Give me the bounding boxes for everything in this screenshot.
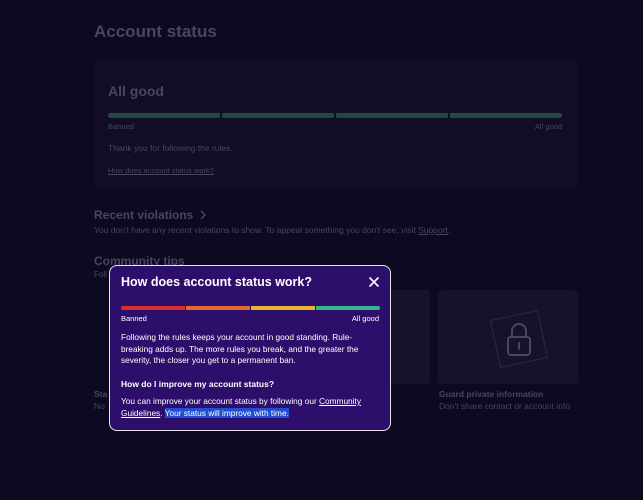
dialog-improve-text: You can improve your account status by f… <box>121 396 383 419</box>
page-title: Account status <box>94 22 217 41</box>
improve-text: You can improve your account status by f… <box>121 396 320 406</box>
status-bar-segment <box>450 113 562 118</box>
status-info-dialog: How does account status work? Banned All… <box>109 265 391 431</box>
status-level-bar <box>108 113 562 118</box>
recent-violations-label: Recent violations <box>94 208 194 222</box>
tip-desc-guard: Don't share contact or account info <box>439 401 571 411</box>
tip-card-guard-private-info <box>438 290 578 384</box>
dialog-paragraph: Following the rules keeps your account i… <box>121 332 359 365</box>
how-status-works-link[interactable]: How does account status work? <box>108 166 214 175</box>
status-heading: All good <box>108 83 164 99</box>
violations-message: You don't have any recent violations to … <box>94 225 419 235</box>
status-bar-segment <box>336 113 448 118</box>
recent-violations-heading[interactable]: Recent violations <box>94 208 207 222</box>
violations-message-end: . <box>447 225 451 235</box>
tip-desc: No <box>94 401 105 411</box>
scale-label-banned: Banned <box>121 314 147 323</box>
highlighted-text: Your status will improve with time. <box>164 407 289 418</box>
status-message: Thank you for following the rules. <box>108 143 233 153</box>
status-bar-segment <box>222 113 334 118</box>
severity-segment-orange <box>186 306 250 310</box>
support-link[interactable]: Support <box>418 225 448 235</box>
severity-segment-red <box>121 306 185 310</box>
dialog-title: How does account status work? <box>121 275 313 289</box>
community-tips-subtitle: Foll <box>94 270 107 279</box>
recent-violations-text: You don't have any recent violations to … <box>94 225 450 235</box>
tip-title: Sta <box>94 389 108 399</box>
close-icon[interactable] <box>367 275 381 289</box>
tip-title-guard: Guard private information <box>439 389 544 399</box>
status-bar-label-all-good: All good <box>534 122 562 131</box>
severity-segment-yellow <box>251 306 315 310</box>
chevron-right-icon <box>200 210 207 220</box>
status-bar-segment <box>108 113 220 118</box>
status-card: All good Banned All good Thank you for f… <box>94 58 578 190</box>
status-bar-label-banned: Banned <box>108 122 134 131</box>
severity-scale-bar <box>121 306 380 310</box>
severity-segment-green <box>316 306 380 310</box>
account-status-page: Account status All good Banned All good … <box>0 0 643 500</box>
lock-icon <box>487 307 551 371</box>
scale-label-all-good: All good <box>351 314 379 323</box>
dialog-subheading: How do I improve my account status? <box>121 379 275 389</box>
